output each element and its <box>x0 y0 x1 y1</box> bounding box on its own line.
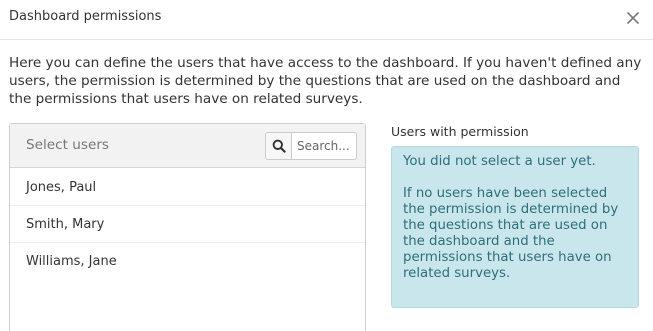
search-icon <box>272 139 286 153</box>
dialog-header: Dashboard permissions <box>0 0 653 40</box>
user-select-panel: Select users Jones, Paul Smith, Mary Wil… <box>9 123 366 331</box>
permission-info-box: You did not select a user yet. If no use… <box>391 146 639 308</box>
search-button[interactable] <box>266 133 292 159</box>
user-panel-header: Select users <box>10 124 365 168</box>
dialog-title: Dashboard permissions <box>9 9 162 24</box>
user-list-item[interactable]: Smith, Mary <box>10 206 365 243</box>
users-with-permission-label: Users with permission <box>391 124 529 139</box>
search-input[interactable] <box>293 133 356 159</box>
permission-info-message: If no users have been selected the permi… <box>403 186 619 281</box>
user-list: Jones, Paul Smith, Mary Williams, Jane <box>10 169 365 280</box>
search-box[interactable] <box>265 132 357 160</box>
user-list-item[interactable]: Williams, Jane <box>10 243 365 280</box>
intro-text: Here you can define the users that have … <box>9 55 642 107</box>
permissions-dialog: Dashboard permissions Here you can defin… <box>0 0 653 331</box>
close-button[interactable] <box>624 9 642 27</box>
no-user-selected-message: You did not select a user yet. <box>403 154 596 169</box>
select-users-label: Select users <box>26 137 109 153</box>
close-icon <box>627 12 639 24</box>
user-list-item[interactable]: Jones, Paul <box>10 169 365 206</box>
